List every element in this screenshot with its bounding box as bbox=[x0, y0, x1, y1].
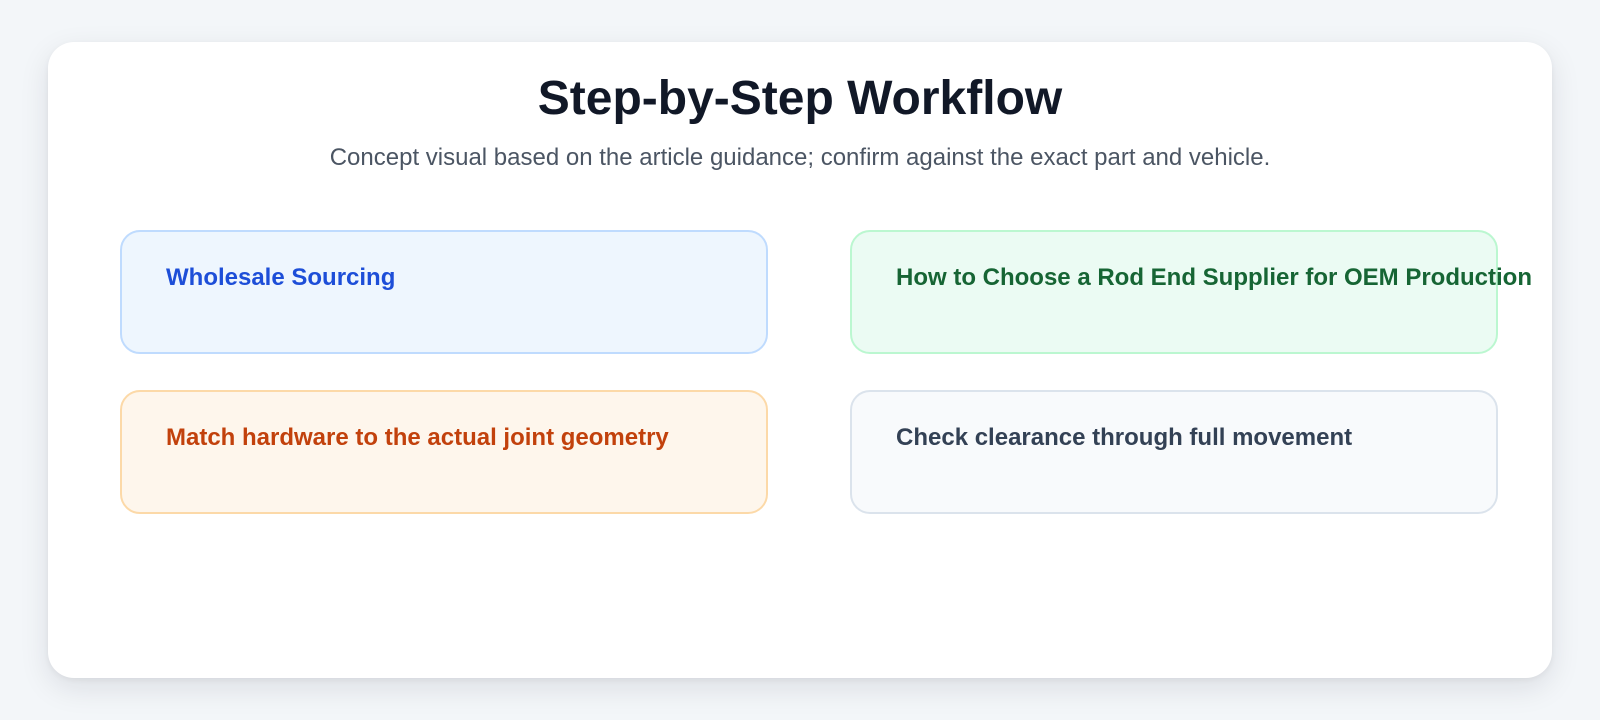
step-box-wholesale-sourcing: Wholesale Sourcing bbox=[120, 230, 768, 354]
step-label: Check clearance through full movement bbox=[896, 424, 1353, 451]
diagram-title: Step-by-Step Workflow bbox=[537, 72, 1063, 125]
step-box-choose-supplier: How to Choose a Rod End Supplier for OEM… bbox=[850, 230, 1532, 354]
step-label: How to Choose a Rod End Supplier for OEM… bbox=[896, 264, 1532, 291]
step-label: Match hardware to the actual joint geome… bbox=[166, 424, 669, 451]
step-label: Wholesale Sourcing bbox=[166, 264, 396, 291]
diagram-subtitle: Concept visual based on the article guid… bbox=[329, 144, 1271, 171]
workflow-card: Step-by-Step Workflow Concept visual bas… bbox=[48, 42, 1552, 678]
step-box-check-clearance: Check clearance through full movement bbox=[850, 390, 1498, 514]
step-box-match-hardware: Match hardware to the actual joint geome… bbox=[120, 390, 768, 514]
